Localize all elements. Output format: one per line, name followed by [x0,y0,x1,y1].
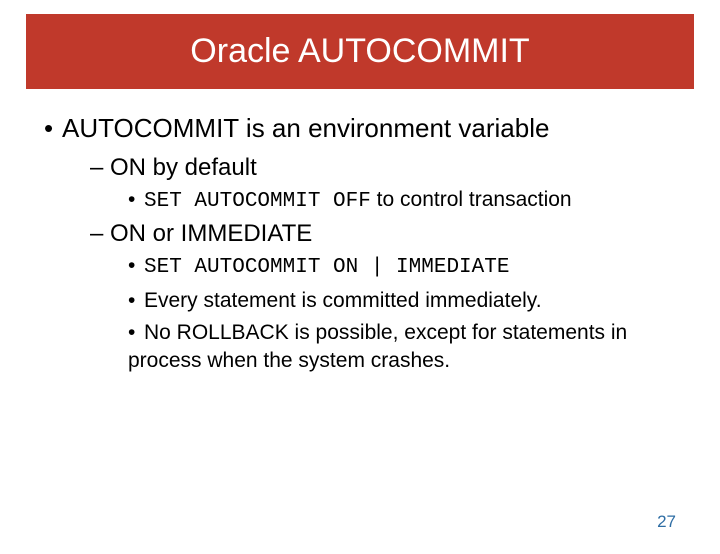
bullet-marker: • [44,113,62,144]
bullet-level3: •SET AUTOCOMMIT OFF to control transacti… [128,186,690,216]
bullet-text: to control transaction [371,188,572,211]
slide-content: •AUTOCOMMIT is an environment variable –… [0,113,720,376]
dot-marker: • [128,186,144,214]
bullet-level3: •Every statement is committed immediatel… [128,287,690,315]
dash-marker: – [90,220,110,248]
bullet-level3: •SET AUTOCOMMIT ON | IMMEDIATE [128,252,690,282]
bullet-text: ON by default [110,154,257,181]
bullet-text: AUTOCOMMIT is an environment variable [62,113,549,143]
bullet-text: No ROLLBACK is possible, except for stat… [128,321,627,372]
bullet-text: ON or IMMEDIATE [110,220,312,247]
code-text: SET AUTOCOMMIT OFF [144,190,371,213]
dot-marker: • [128,252,144,280]
bullet-level2: –ON by default [90,154,690,182]
bullet-text: Every statement is committed immediately… [144,289,542,312]
slide-title: Oracle AUTOCOMMIT [26,14,694,89]
dot-marker: • [128,287,144,315]
page-number: 27 [657,512,676,532]
dot-marker: • [128,319,144,347]
bullet-level3: •No ROLLBACK is possible, except for sta… [128,319,690,376]
bullet-level2: –ON or IMMEDIATE [90,220,690,248]
bullet-level1: •AUTOCOMMIT is an environment variable [30,113,690,144]
dash-marker: – [90,154,110,182]
code-text: SET AUTOCOMMIT ON | IMMEDIATE [144,256,509,279]
